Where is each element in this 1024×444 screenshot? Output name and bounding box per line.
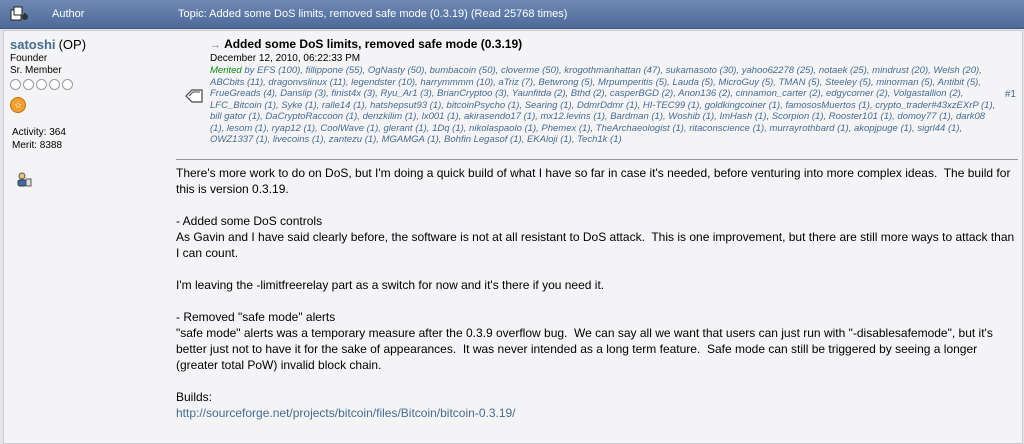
- post-paragraph: - Removed "safe mode" alerts "safe mode"…: [176, 310, 993, 372]
- star-icon: [62, 79, 73, 90]
- rank-stars: [10, 79, 170, 91]
- builds-link[interactable]: http://sourceforge.net/projects/bitcoin/…: [176, 406, 516, 420]
- message-icon: [184, 89, 204, 103]
- post-container: satoshi (OP) Founder Sr. Member ☆ Activi…: [3, 30, 1023, 444]
- topic-icon: [10, 6, 30, 22]
- poster-name-link[interactable]: satoshi: [10, 37, 56, 52]
- post-body: There's more work to do on DoS, but I'm …: [176, 165, 1018, 421]
- merited-label: Merited: [210, 65, 242, 76]
- post-paragraph: I'm leaving the -limitfreerelay part as …: [176, 278, 605, 292]
- star-icon: [10, 79, 21, 90]
- post-header: → Added some DoS limits, removed safe mo…: [210, 37, 998, 146]
- op-label: (OP): [58, 37, 87, 52]
- topic-header: Author Topic: Added some DoS limits, rem…: [0, 0, 1024, 29]
- star-icon: [49, 79, 60, 90]
- post-paragraph: - Added some DoS controls As Gavin and I…: [176, 214, 1015, 260]
- merit-list: Merited by EFS (100), fillippone (55), O…: [210, 65, 998, 146]
- badge-icon: ☆: [10, 97, 26, 113]
- poster-stats: Activity: 364 Merit: 8388: [12, 126, 66, 152]
- post-number-link[interactable]: #1: [1005, 89, 1016, 100]
- post-date: December 12, 2010, 06:22:33 PM: [210, 53, 361, 64]
- post-subject[interactable]: Added some DoS limits, removed safe mode…: [224, 37, 522, 51]
- star-icon: [36, 79, 47, 90]
- profile-icon[interactable]: [16, 171, 32, 187]
- poster-info: satoshi (OP) Founder Sr. Member ☆: [10, 37, 170, 113]
- topic-title: Topic: Added some DoS limits, removed sa…: [178, 8, 568, 20]
- merited-by-list[interactable]: by EFS (100), fillippone (55), OgNasty (…: [210, 65, 995, 145]
- poster-rank: Sr. Member: [10, 65, 62, 76]
- subject-arrow-icon: →: [210, 39, 221, 51]
- poster-title: Founder: [10, 53, 48, 64]
- post-divider: [176, 159, 1018, 160]
- merit-count: Merit: 8388: [12, 140, 63, 151]
- star-icon: [23, 79, 34, 90]
- activity-count: Activity: 364: [12, 127, 66, 138]
- post-paragraph: There's more work to do on DoS, but I'm …: [176, 166, 1014, 196]
- builds-label: Builds:: [176, 390, 213, 404]
- author-column-label: Author: [52, 8, 85, 20]
